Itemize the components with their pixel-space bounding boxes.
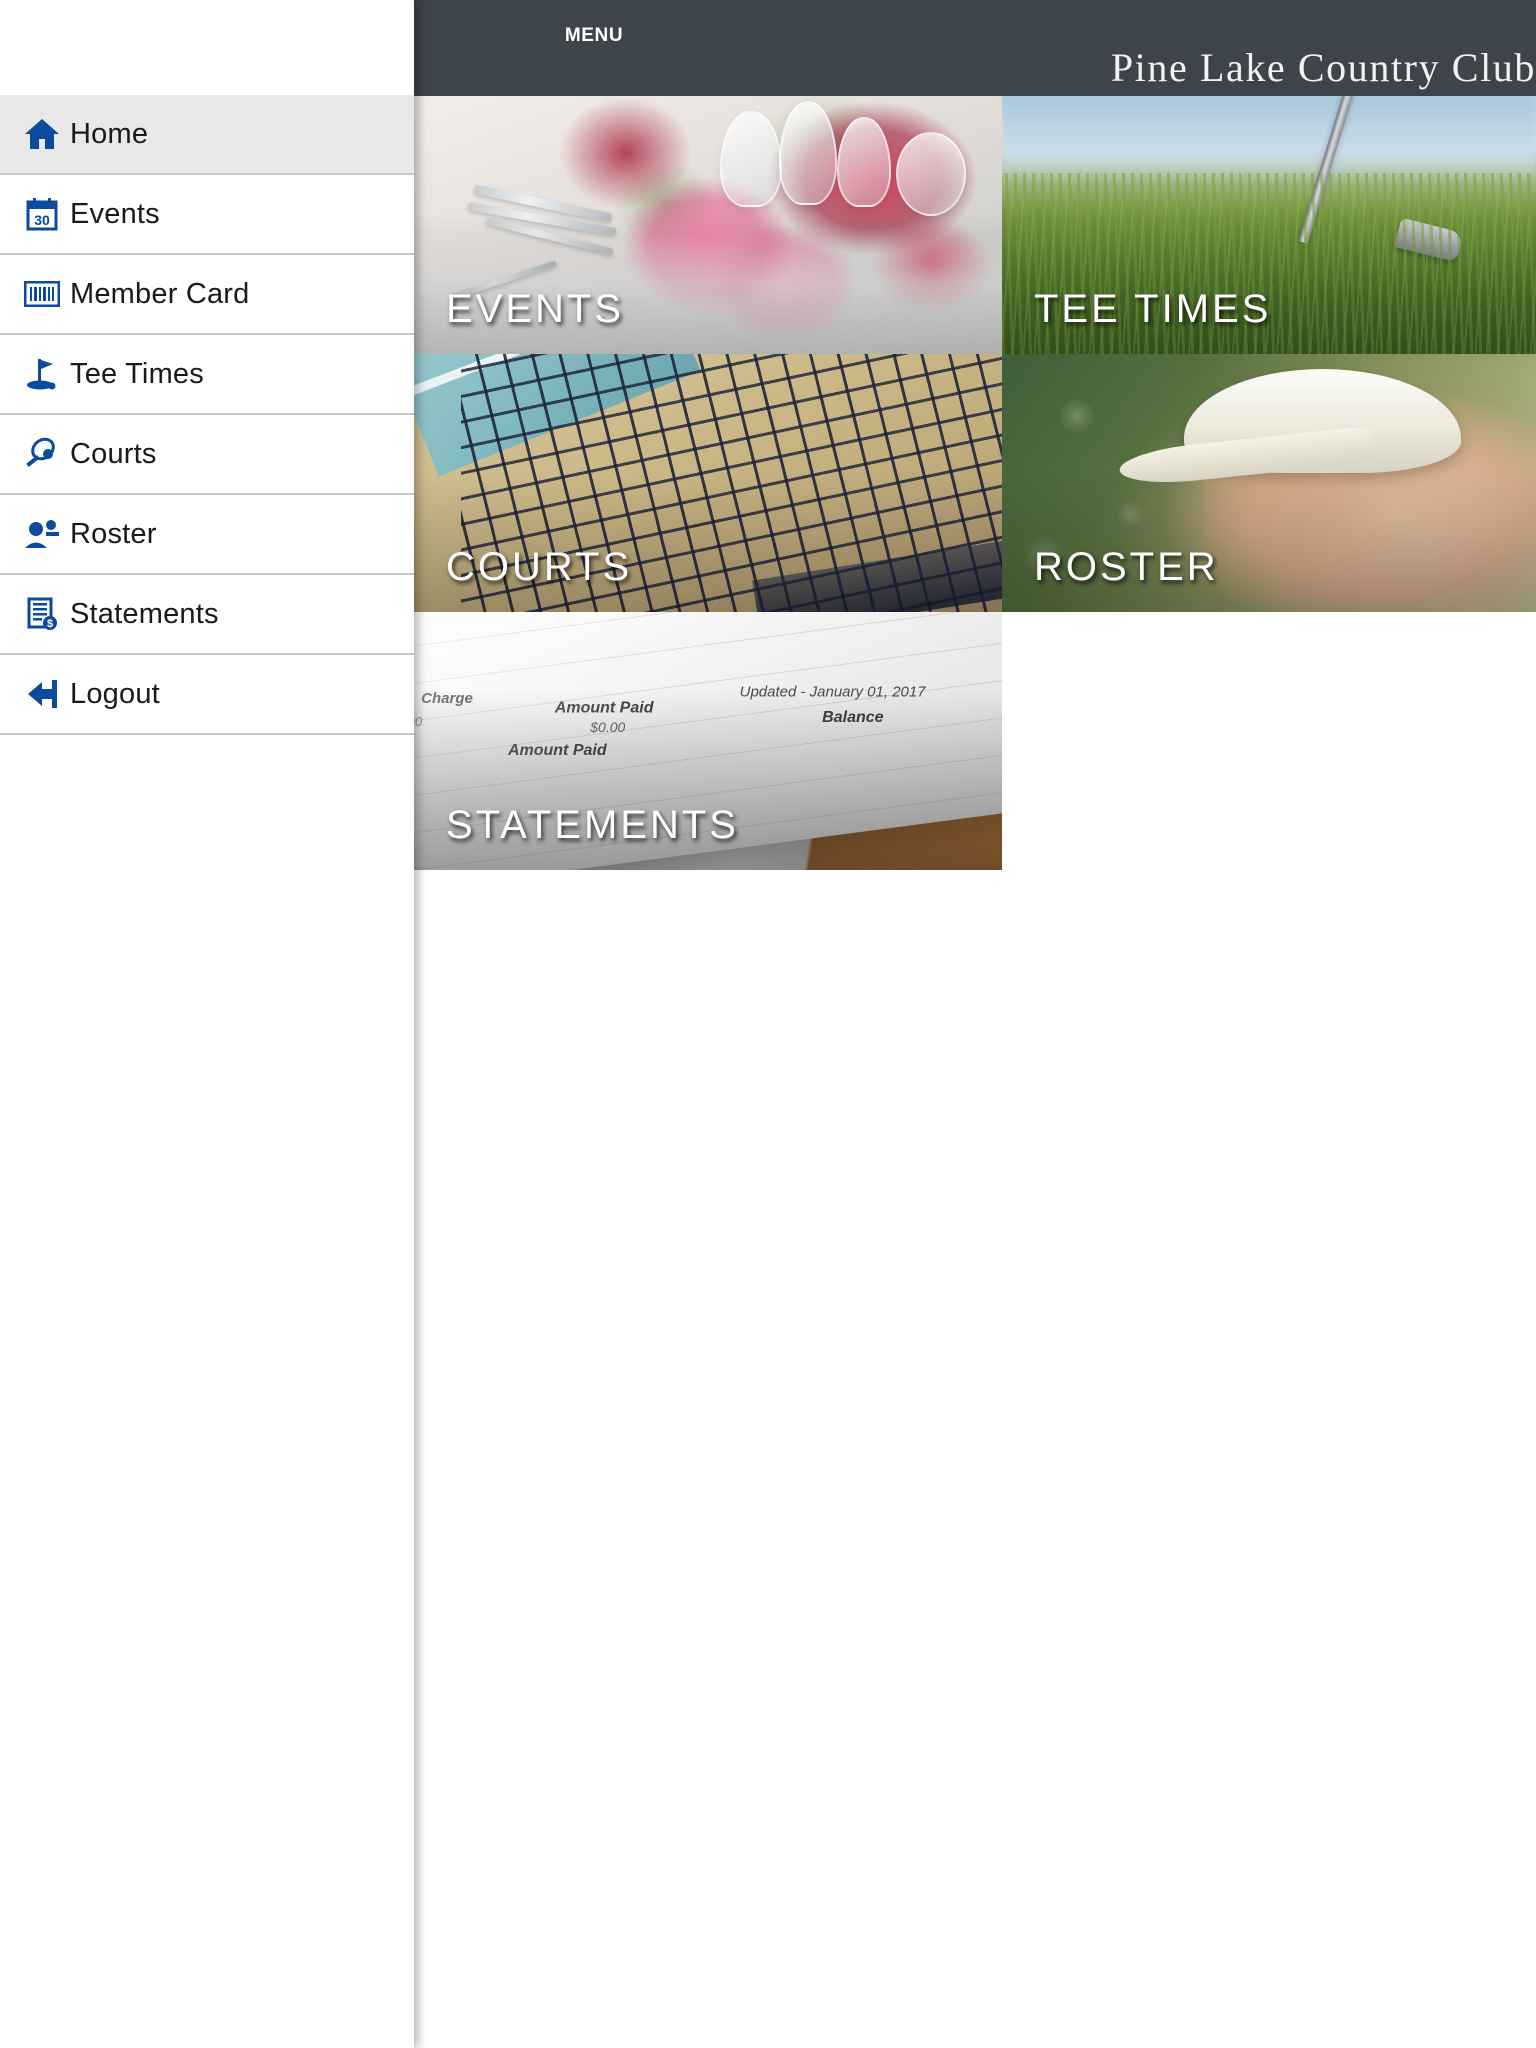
sidebar-item-roster[interactable]: Roster [0,495,414,575]
menu-button-label: MENU [564,25,624,46]
tile-events[interactable]: EVENTS [414,96,1002,354]
sidebar-item-member-card[interactable]: Member Card [0,255,414,335]
menu-button[interactable]: MENU [560,26,628,46]
sidebar-item-logout-label: Logout [70,677,160,710]
invoice-icon: $ [14,591,70,637]
app-root: MENU Pine Lake Country Club EVENTS TEE T… [0,0,1536,2048]
sidebar-item-tee-times-label: Tee Times [70,357,204,390]
calendar-icon: 30 [14,191,70,237]
page-content-empty-area [414,876,1536,2048]
tile-tee-times[interactable]: TEE TIMES [1002,96,1536,354]
sidebar-item-courts-label: Courts [70,437,157,470]
tile-roster-label: ROSTER [1034,545,1219,589]
tile-roster[interactable]: ROSTER [1002,354,1536,612]
logout-icon [14,671,70,717]
tile-statements[interactable]: Charge 0.00 Amount Paid $0.00 Amount Pai… [414,612,1002,870]
tennis-racket-icon [14,431,70,477]
navigation-drawer: Home 30 Events Member Card Tee Times Cou… [0,0,414,2048]
barcode-icon [14,271,70,317]
sidebar-item-logout[interactable]: Logout [0,655,414,735]
dashboard-tile-grid: EVENTS TEE TIMES COURTS ROSTER STATEMENT… [414,96,1536,876]
tile-courts[interactable]: COURTS [414,354,1002,612]
svg-text:$: $ [47,618,53,630]
sidebar-item-events-label: Events [70,197,160,230]
app-header: MENU Pine Lake Country Club [414,0,1536,96]
page-title: Pine Lake Country Club [1110,45,1536,90]
sidebar-item-home[interactable]: Home [0,95,414,175]
tile-courts-label: COURTS [446,545,633,589]
sidebar-item-tee-times[interactable]: Tee Times [0,335,414,415]
sidebar-item-statements-label: Statements [70,597,219,630]
tile-tee-times-label: TEE TIMES [1034,287,1272,331]
sidebar-item-statements[interactable]: $ Statements [0,575,414,655]
sidebar-item-roster-label: Roster [70,517,157,550]
sidebar-item-courts[interactable]: Courts [0,415,414,495]
people-icon [14,511,70,557]
golf-flag-icon [14,351,70,397]
tile-events-label: EVENTS [446,287,625,331]
svg-text:30: 30 [34,212,50,228]
sidebar-item-member-card-label: Member Card [70,277,250,310]
drawer-top-spacer [0,0,414,95]
tile-empty-slot [1002,612,1536,870]
home-icon [14,111,70,157]
tile-statements-label: STATEMENTS [446,803,739,847]
sidebar-item-events[interactable]: 30 Events [0,175,414,255]
nav-list: Home 30 Events Member Card Tee Times Cou… [0,95,414,735]
drawer-empty-area [0,735,414,2025]
sidebar-item-home-label: Home [70,117,149,150]
